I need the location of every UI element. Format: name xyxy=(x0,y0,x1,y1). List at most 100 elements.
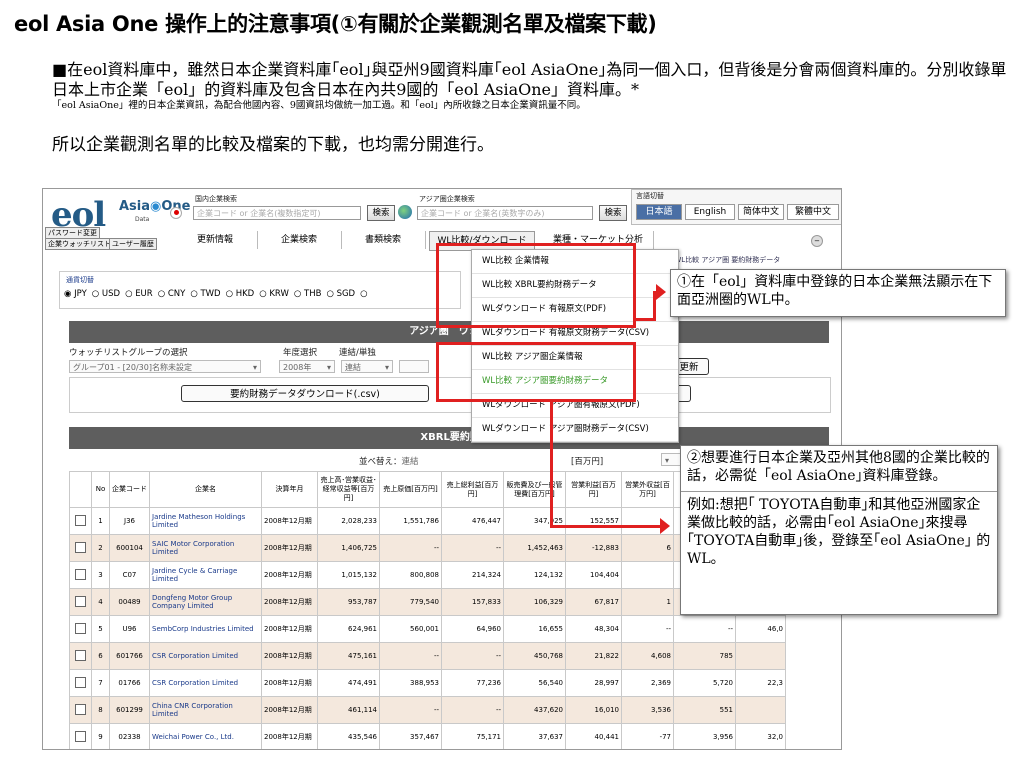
tab-industry-market[interactable]: 業種・マーケット分析 xyxy=(543,231,654,249)
table-cell: 601299 xyxy=(109,696,150,724)
menu-item-download-asia-pdf[interactable]: WLダウンロード アジア圏有報原文(PDF) xyxy=(472,394,678,418)
company-name-cell[interactable]: Jardine Matheson Holdings Limited xyxy=(149,507,262,535)
currency-eur-radio[interactable]: ○ EUR xyxy=(125,289,153,299)
table-cell: 28,997 xyxy=(565,669,622,697)
table-cell: 56,540 xyxy=(503,669,566,697)
company-name-cell[interactable]: SembCorp Industries Limited xyxy=(149,615,262,643)
table-cell: 00489 xyxy=(109,588,150,616)
asia-watchlist-header: アジア圏 ウォッチリス xyxy=(69,321,829,343)
sort-unit: [百万円] xyxy=(571,457,604,467)
consolidation-label: 連結/単独 xyxy=(339,348,376,358)
column-header[interactable]: 売上高･営業収益･経常収益等[百万円] xyxy=(317,471,380,508)
currency-twd-radio[interactable]: ○ TWD xyxy=(190,289,220,299)
menu-item-download-asia-csv[interactable]: WLダウンロード アジア圏財務データ(CSV) xyxy=(472,418,678,442)
year-select[interactable]: 2008年 ▾ xyxy=(279,360,335,373)
row-select-cell xyxy=(69,588,92,616)
column-header[interactable]: 企業名 xyxy=(149,471,262,508)
currency-usd-radio[interactable]: ○ USD xyxy=(92,289,120,299)
currency-cny-radio[interactable]: ○ CNY xyxy=(158,289,186,299)
column-header[interactable]: 販売費及び一般管理費[百万円] xyxy=(503,471,566,508)
currency-jpy-radio[interactable]: ◉ JPY xyxy=(64,289,87,299)
summary-download-button[interactable]: 要約財務データダウンロード(.csv) xyxy=(181,385,429,402)
logo-asia-text: Asia xyxy=(119,199,151,214)
row-checkbox[interactable] xyxy=(75,514,86,526)
row-checkbox[interactable] xyxy=(75,649,86,661)
tab-wl-compare-download[interactable]: WL比較/ダウンロード xyxy=(429,231,535,251)
column-header[interactable]: 営業外収益[百万円] xyxy=(621,471,674,508)
sort-value: 連結 xyxy=(401,457,419,467)
currency-hkd-radio[interactable]: ○ HKD xyxy=(226,289,255,299)
domestic-search-input[interactable]: 企業コード or 企業名(複数指定可) xyxy=(193,206,361,220)
column-header[interactable]: 企業コード xyxy=(109,471,150,508)
row-checkbox[interactable] xyxy=(75,595,86,607)
row-checkbox[interactable] xyxy=(75,703,86,715)
table-cell xyxy=(735,696,786,724)
watchlist-link[interactable]: 企業ウォッチリスト xyxy=(45,238,114,250)
menu-item-wl-asia-company-info[interactable]: WL比較 アジア圏企業情報 xyxy=(472,346,678,370)
lang-english-button[interactable]: English xyxy=(685,204,735,220)
menu-item-wl-xbrl-summary[interactable]: WL比較 XBRL要約財務データ xyxy=(472,274,678,298)
currency-more-radio[interactable]: ○ xyxy=(360,289,367,299)
group-select[interactable]: グループ01 - [20/30]名称未設定 ▾ xyxy=(69,360,261,373)
column-header[interactable]: 決算年月 xyxy=(261,471,318,508)
tab-document-search[interactable]: 書類検索 xyxy=(341,231,426,249)
column-header[interactable]: 売上総利益[百万円] xyxy=(441,471,504,508)
table-cell: 1,551,786 xyxy=(379,507,442,535)
currency-sgd-radio[interactable]: ○ SGD xyxy=(326,289,355,299)
table-cell: -- xyxy=(621,615,674,643)
row-checkbox[interactable] xyxy=(75,676,86,688)
table-row[interactable]: 9 02338 Weichai Power Co., Ltd. 2008年12月期 43… xyxy=(69,723,786,749)
table-cell: 2008年12月期 xyxy=(261,669,318,697)
tab-company-search[interactable]: 企業検索 xyxy=(257,231,342,249)
column-header[interactable]: 営業利益[百万円] xyxy=(565,471,622,508)
table-cell: J36 xyxy=(109,507,150,535)
extra-select[interactable] xyxy=(399,360,429,373)
table-row[interactable]: 6 601766 CSR Corporation Limited 2008年12月期 4… xyxy=(69,642,786,670)
lang-japanese-button[interactable]: 日本語 xyxy=(636,204,682,220)
menu-item-download-report-csv[interactable]: WLダウンロード 有報原文財務データ(CSV) xyxy=(472,322,678,346)
domestic-search-button[interactable]: 検索 xyxy=(367,205,395,221)
menu-item-wl-asia-summary[interactable]: WL比較 アジア圏要約財務データ xyxy=(472,370,678,394)
table-cell: 32,0 xyxy=(735,723,786,749)
sort-label: 並べ替え： xyxy=(359,457,402,467)
asia-search-button[interactable]: 検索 xyxy=(599,205,627,221)
company-name-cell[interactable]: China CNR Corporation Limited xyxy=(149,696,262,724)
table-row[interactable]: 4 00489 Dongfeng Motor Group Company Limit… xyxy=(69,588,786,616)
tab-updates[interactable]: 更新情報 xyxy=(173,231,258,249)
user-history-link[interactable]: ユーザー履歴 xyxy=(109,238,157,250)
company-name-cell[interactable]: CSR Corporation Limited xyxy=(149,669,262,697)
column-header[interactable]: No xyxy=(91,471,110,508)
menu-item-wl-company-info[interactable]: WL比較 企業情報 xyxy=(472,250,678,274)
row-checkbox[interactable] xyxy=(75,730,86,742)
row-select-cell xyxy=(69,723,92,749)
table-row[interactable]: 5 U96 SembCorp Industries Limited 2008年12月期… xyxy=(69,615,786,643)
table-row[interactable]: 8 601299 China CNR Corporation Limited 2008… xyxy=(69,696,786,724)
consolidation-select[interactable]: 連結 ▾ xyxy=(341,360,393,373)
table-cell: 8 xyxy=(91,696,110,724)
lang-simplified-chinese-button[interactable]: 简体中文 xyxy=(738,204,784,220)
table-cell: 2008年12月期 xyxy=(261,696,318,724)
table-cell: 2008年12月期 xyxy=(261,534,318,562)
table-row[interactable]: 7 01766 CSR Corporation Limited 2008年12月期 47… xyxy=(69,669,786,697)
minimize-icon[interactable]: − xyxy=(811,235,823,247)
table-row[interactable]: 3 C07 Jardine Cycle & Carriage Limited 2008… xyxy=(69,561,786,589)
row-checkbox[interactable] xyxy=(75,622,86,634)
row-checkbox[interactable] xyxy=(75,568,86,580)
company-name-cell[interactable]: Dongfeng Motor Group Company Limited xyxy=(149,588,262,616)
company-name-cell[interactable]: SAIC Motor Corporation Limited xyxy=(149,534,262,562)
table-cell: -12,883 xyxy=(565,534,622,562)
currency-krw-radio[interactable]: ○ KRW xyxy=(259,289,289,299)
company-name-cell[interactable]: CSR Corporation Limited xyxy=(149,642,262,670)
table-row[interactable]: 1 J36 Jardine Matheson Holdings Limited 200… xyxy=(69,507,786,535)
lang-traditional-chinese-button[interactable]: 繁體中文 xyxy=(787,204,839,220)
row-checkbox[interactable] xyxy=(75,541,86,553)
company-name-cell[interactable]: Weichai Power Co., Ltd. xyxy=(149,723,262,749)
column-header[interactable]: 売上原価[百万円] xyxy=(379,471,442,508)
row-select-cell xyxy=(69,669,92,697)
company-name-cell[interactable]: Jardine Cycle & Carriage Limited xyxy=(149,561,262,589)
group-select-value: グループ01 - [20/30]名称未設定 xyxy=(73,363,192,372)
table-cell: -77 xyxy=(621,723,674,749)
asia-search-input[interactable]: 企業コード or 企業名(英数字のみ) xyxy=(417,206,593,220)
currency-thb-radio[interactable]: ○ THB xyxy=(294,289,322,299)
table-row[interactable]: 2 600104 SAIC Motor Corporation Limited 200… xyxy=(69,534,786,562)
